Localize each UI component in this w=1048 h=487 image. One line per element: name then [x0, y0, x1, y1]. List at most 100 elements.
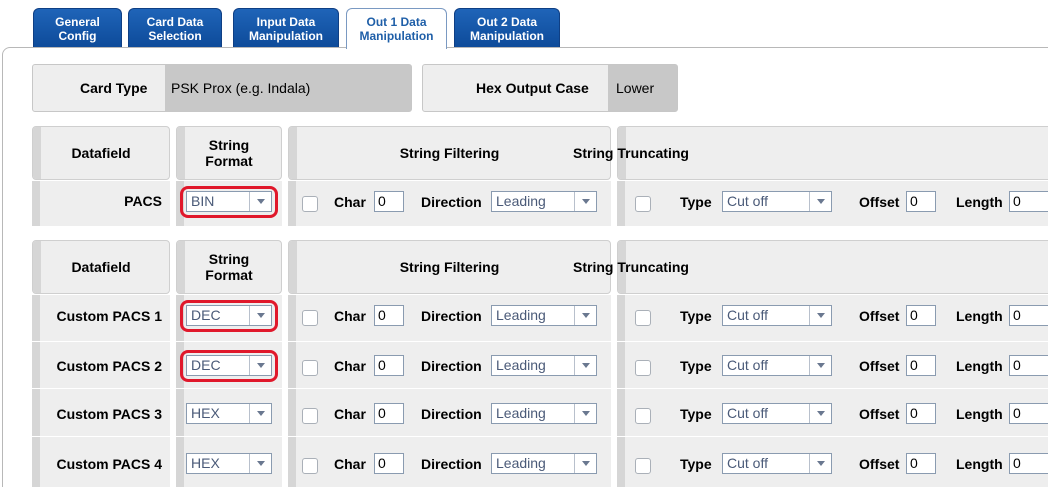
string-format-header-2: String Format: [176, 240, 282, 294]
truncate-enable-checkbox[interactable]: [635, 458, 651, 474]
chevron-down-icon: [249, 404, 271, 423]
datafield-name: Custom PACS 1: [56, 308, 162, 324]
datafield-header-2: Datafield: [32, 240, 170, 294]
filter-enable-checkbox[interactable]: [302, 458, 318, 474]
offset-label: Offset: [859, 406, 900, 422]
string-filtering-header-2: String Filtering: [288, 240, 611, 294]
tab-general-config[interactable]: General Config: [33, 8, 122, 48]
string-format-select[interactable]: HEX: [186, 453, 272, 474]
string-truncating-header-text: String Truncating: [573, 145, 689, 161]
truncate-type-select[interactable]: Cut off: [722, 453, 832, 474]
truncate-type-select[interactable]: Cut off: [722, 355, 832, 376]
type-label: Type: [680, 406, 712, 422]
truncate-type-value: Cut off: [727, 193, 768, 209]
string-format-header-text: String Format: [205, 251, 253, 283]
hex-output-case-label: Hex Output Case: [476, 80, 589, 96]
length-label: Length: [956, 406, 1003, 422]
direction-select[interactable]: Leading: [491, 355, 597, 376]
char-input[interactable]: 0: [374, 453, 404, 474]
offset-input[interactable]: 0: [906, 453, 936, 474]
offset-label: Offset: [859, 456, 900, 472]
string-format-select[interactable]: HEX: [186, 403, 272, 424]
string-format-value: DEC: [191, 357, 221, 373]
string-format-value: HEX: [191, 405, 220, 421]
card-type-value: PSK Prox (e.g. Indala): [171, 80, 311, 96]
chevron-down-icon: [249, 356, 271, 375]
chevron-down-icon: [249, 192, 271, 211]
chevron-down-icon: [249, 454, 271, 473]
truncate-enable-checkbox[interactable]: [635, 408, 651, 424]
row-separator: [32, 341, 1048, 342]
filter-enable-checkbox[interactable]: [302, 310, 318, 326]
string-format-value: BIN: [191, 193, 215, 209]
tab-input-data-manipulation[interactable]: Input Data Manipulation: [233, 8, 339, 48]
string-truncating-header-text: String Truncating: [573, 259, 689, 275]
string-filtering-header-1: String Filtering: [288, 126, 611, 180]
filter-enable-checkbox[interactable]: [302, 408, 318, 424]
chevron-down-icon: [809, 192, 831, 211]
tab-out1-data-manipulation[interactable]: Out 1 Data Manipulation: [346, 8, 447, 49]
tab-card-data-selection[interactable]: Card Data Selection: [128, 8, 222, 48]
truncate-enable-checkbox[interactable]: [635, 310, 651, 326]
direction-select[interactable]: Leading: [491, 191, 597, 212]
length-input[interactable]: 0: [1009, 453, 1048, 474]
string-truncating-header-2: String Truncating: [573, 240, 1048, 294]
offset-label: Offset: [859, 194, 900, 210]
string-format-select[interactable]: DEC: [186, 305, 272, 326]
offset-input[interactable]: 0: [906, 191, 936, 212]
datafield-name: Custom PACS 4: [56, 456, 162, 472]
string-format-header-text: String Format: [205, 137, 253, 169]
truncate-enable-checkbox[interactable]: [635, 196, 651, 212]
chevron-down-icon: [809, 356, 831, 375]
datafield-header-1: Datafield: [32, 126, 170, 180]
hex-output-case-value: Lower: [616, 80, 655, 96]
direction-value: Leading: [496, 405, 546, 421]
length-label: Length: [956, 194, 1003, 210]
char-input[interactable]: 0: [374, 403, 404, 424]
length-label: Length: [956, 308, 1003, 324]
truncate-type-value: Cut off: [727, 405, 768, 421]
type-label: Type: [680, 456, 712, 472]
direction-value: Leading: [496, 307, 546, 323]
char-label: Char: [334, 194, 366, 210]
length-input[interactable]: 0: [1009, 403, 1048, 424]
row-separator: [32, 388, 1048, 389]
chevron-down-icon: [574, 454, 596, 473]
offset-input[interactable]: 0: [906, 355, 936, 376]
truncate-type-select[interactable]: Cut off: [722, 403, 832, 424]
direction-label: Direction: [421, 406, 482, 422]
char-label: Char: [334, 456, 366, 472]
offset-input[interactable]: 0: [906, 403, 936, 424]
direction-label: Direction: [421, 358, 482, 374]
direction-select[interactable]: Leading: [491, 403, 597, 424]
string-format-select[interactable]: DEC: [186, 355, 272, 376]
direction-label: Direction: [421, 308, 482, 324]
char-input[interactable]: 0: [374, 191, 404, 212]
string-format-value: DEC: [191, 307, 221, 323]
chevron-down-icon: [574, 356, 596, 375]
chevron-down-icon: [574, 306, 596, 325]
type-label: Type: [680, 358, 712, 374]
truncate-type-value: Cut off: [727, 357, 768, 373]
char-input[interactable]: 0: [374, 305, 404, 326]
offset-input[interactable]: 0: [906, 305, 936, 326]
length-input[interactable]: 0: [1009, 305, 1048, 326]
direction-select[interactable]: Leading: [491, 305, 597, 326]
length-input[interactable]: 0: [1009, 191, 1048, 212]
direction-select[interactable]: Leading: [491, 453, 597, 474]
length-input[interactable]: 0: [1009, 355, 1048, 376]
truncate-enable-checkbox[interactable]: [635, 360, 651, 376]
tab-out2-data-manipulation[interactable]: Out 2 Data Manipulation: [454, 8, 560, 48]
chevron-down-icon: [809, 306, 831, 325]
type-label: Type: [680, 308, 712, 324]
truncate-type-select[interactable]: Cut off: [722, 191, 832, 212]
string-format-value: HEX: [191, 455, 220, 471]
datafield-header-text: Datafield: [71, 145, 131, 161]
truncate-type-select[interactable]: Cut off: [722, 305, 832, 326]
string-format-select[interactable]: BIN: [186, 191, 272, 212]
chevron-down-icon: [809, 404, 831, 423]
char-input[interactable]: 0: [374, 355, 404, 376]
filter-enable-checkbox[interactable]: [302, 360, 318, 376]
filter-enable-checkbox[interactable]: [302, 196, 318, 212]
direction-label: Direction: [421, 194, 482, 210]
